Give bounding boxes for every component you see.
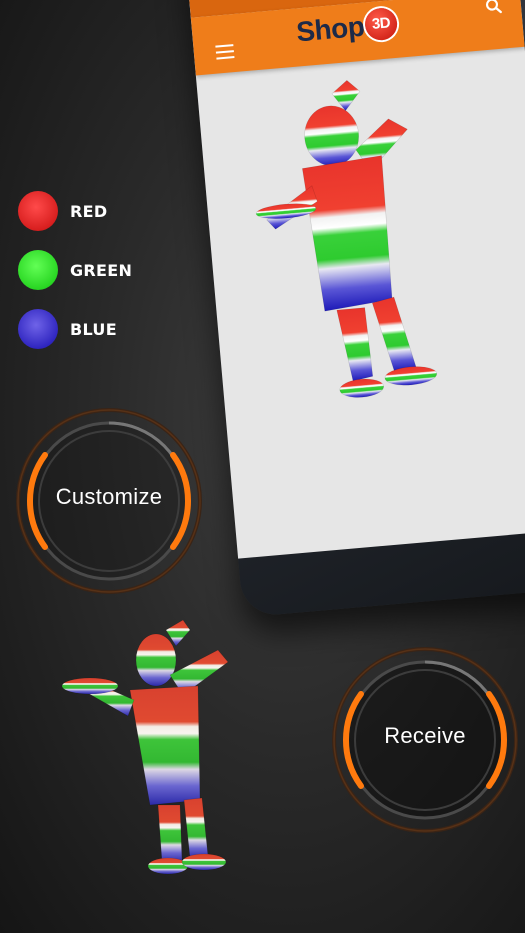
receive-label: Receive — [384, 723, 466, 748]
logo-text: Shop — [295, 10, 366, 48]
phone-screen: ▼ ◢ ▮ Shop3D — [188, 0, 525, 559]
phone-mockup: ▼ ◢ ▮ Shop3D — [184, 0, 525, 618]
customize-button[interactable]: Customize — [15, 407, 203, 595]
legend-label-green: GREEN — [70, 261, 133, 280]
blue-swatch — [18, 309, 58, 349]
green-swatch — [18, 250, 58, 290]
printed-figure-image — [61, 620, 229, 875]
app-logo: Shop 3D — [295, 6, 399, 50]
legend-label-red: RED — [70, 202, 108, 221]
customize-label: Customize — [55, 484, 163, 509]
hamburger-menu-icon[interactable] — [215, 44, 235, 60]
legend-label-blue: BLUE — [70, 320, 117, 339]
logo-badge-3d: 3D — [363, 6, 399, 42]
search-icon[interactable] — [484, 0, 504, 16]
model-preview — [255, 79, 438, 398]
receive-button[interactable]: Receive — [331, 646, 519, 834]
red-swatch — [18, 191, 58, 231]
